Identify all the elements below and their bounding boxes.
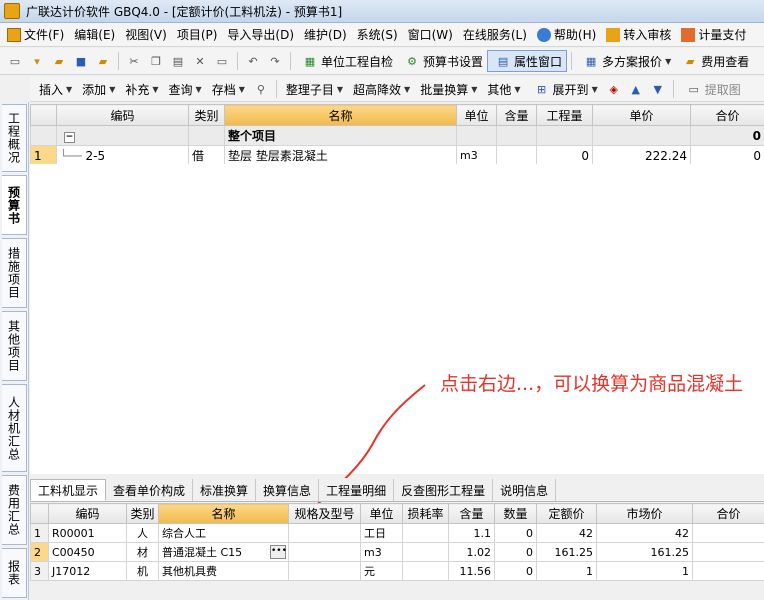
- tab-standard-conversion[interactable]: 标准换算: [193, 479, 257, 501]
- code-cell[interactable]: C00450: [48, 542, 127, 562]
- table-row[interactable]: 2 C00450 材 普通混凝土 C15 ••• m3 1.02 0 161.2…: [30, 542, 764, 562]
- market-price-cell[interactable]: 161.25: [596, 542, 693, 562]
- tab-conversion-info[interactable]: 换算信息: [256, 479, 320, 501]
- col-header-total[interactable]: 合价: [692, 503, 764, 524]
- code-cell[interactable]: J17012: [48, 561, 127, 581]
- row-number-cell[interactable]: 3: [30, 561, 49, 581]
- unit-cell[interactable]: 工日: [360, 523, 403, 543]
- row-number-cell[interactable]: 1: [30, 523, 49, 543]
- col-header-content[interactable]: 含量: [448, 503, 495, 524]
- quota-price-cell[interactable]: 1: [536, 561, 597, 581]
- row-number-cell[interactable]: 2: [30, 542, 49, 562]
- code-cell[interactable]: R00001: [48, 523, 127, 543]
- content-cell[interactable]: 1.1: [448, 523, 495, 543]
- name-cell[interactable]: 综合人工: [158, 523, 289, 543]
- name-cell[interactable]: 其他机具费: [158, 561, 289, 581]
- ellipsis-button[interactable]: •••: [270, 545, 287, 559]
- market-price-cell[interactable]: 1: [596, 561, 693, 581]
- tab-unit-price-composition[interactable]: 查看单价构成: [106, 479, 194, 501]
- unit-cell[interactable]: m3: [360, 542, 403, 562]
- quantity-cell[interactable]: 0: [494, 561, 537, 581]
- quantity-cell[interactable]: 0: [494, 542, 537, 562]
- loss-cell[interactable]: [402, 561, 449, 581]
- col-header-unit[interactable]: 单位: [360, 503, 403, 524]
- spec-cell[interactable]: [288, 561, 361, 581]
- loss-cell[interactable]: [402, 523, 449, 543]
- material-grid[interactable]: 编码 类别 名称 规格及型号 单位 损耗率 含量 数量 定额价 市场价 合价 1…: [30, 503, 764, 581]
- col-header-name[interactable]: 名称: [158, 503, 289, 524]
- col-header-market-price[interactable]: 市场价: [596, 503, 693, 524]
- tab-quantity-detail[interactable]: 工程量明细: [319, 479, 395, 501]
- name-value: 普通混凝土 C15: [162, 546, 243, 559]
- material-header-row: 编码 类别 名称 规格及型号 单位 损耗率 含量 数量 定额价 市场价 合价: [30, 503, 764, 524]
- content-cell[interactable]: 1.02: [448, 542, 495, 562]
- corner-cell: [30, 503, 49, 524]
- col-header-quantity[interactable]: 数量: [494, 503, 537, 524]
- quota-price-cell[interactable]: 42: [536, 523, 597, 543]
- quota-price-cell[interactable]: 161.25: [536, 542, 597, 562]
- detail-tab-bar: 工料机显示 查看单价构成 标准换算 换算信息 工程量明细 反查图形工程量 说明信…: [30, 478, 764, 502]
- tab-graphic-quantity[interactable]: 反查图形工程量: [394, 479, 494, 501]
- total-cell[interactable]: [692, 523, 764, 543]
- spec-cell[interactable]: [288, 523, 361, 543]
- col-header-quota-price[interactable]: 定额价: [536, 503, 597, 524]
- type-cell[interactable]: 人: [126, 523, 159, 543]
- tab-material-display[interactable]: 工料机显示: [30, 479, 107, 501]
- name-cell[interactable]: 普通混凝土 C15 •••: [158, 542, 289, 562]
- market-price-cell[interactable]: 42: [596, 523, 693, 543]
- unit-cell[interactable]: 元: [360, 561, 403, 581]
- total-cell[interactable]: [692, 542, 764, 562]
- col-header-type[interactable]: 类别: [126, 503, 159, 524]
- col-header-spec[interactable]: 规格及型号: [288, 503, 361, 524]
- type-cell[interactable]: 材: [126, 542, 159, 562]
- spec-cell[interactable]: [288, 542, 361, 562]
- content-cell[interactable]: 11.56: [448, 561, 495, 581]
- total-cell[interactable]: [692, 561, 764, 581]
- type-cell[interactable]: 机: [126, 561, 159, 581]
- table-row[interactable]: 3 J17012 机 其他机具费 元 11.56 0 1 1: [30, 561, 764, 581]
- quantity-cell[interactable]: 0: [494, 523, 537, 543]
- col-header-loss[interactable]: 损耗率: [402, 503, 449, 524]
- table-row[interactable]: 1 R00001 人 综合人工 工日 1.1 0 42 42: [30, 523, 764, 543]
- loss-cell[interactable]: [402, 542, 449, 562]
- col-header-code[interactable]: 编码: [48, 503, 127, 524]
- tab-description[interactable]: 说明信息: [493, 479, 557, 501]
